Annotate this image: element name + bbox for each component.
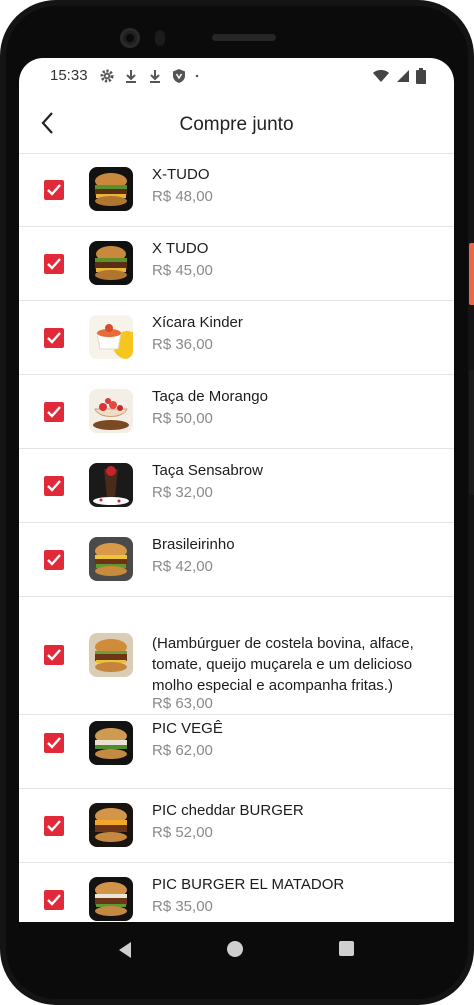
- product-price: R$ 42,00: [152, 558, 213, 575]
- product-price: R$ 50,00: [152, 410, 213, 427]
- item-checkbox[interactable]: [44, 550, 64, 570]
- item-checkbox[interactable]: [44, 476, 64, 496]
- product-price: R$ 36,00: [152, 336, 213, 353]
- product-thumbnail: [89, 463, 133, 507]
- product-price: R$ 45,00: [152, 262, 213, 279]
- download-icon: [150, 70, 160, 83]
- product-thumbnail: [89, 803, 133, 847]
- check-icon: [47, 554, 61, 566]
- app-screen: 15:33 Compre junto X-TUDO R$ 48,00 X TUD…: [19, 58, 454, 948]
- product-thumbnail: [89, 537, 133, 581]
- app-header: Compre junto: [19, 96, 454, 154]
- list-item[interactable]: Taça de Morango R$ 50,00: [19, 375, 454, 449]
- product-price: R$ 63,00: [152, 695, 213, 712]
- product-thumbnail: [89, 241, 133, 285]
- item-checkbox[interactable]: [44, 328, 64, 348]
- product-name: X-TUDO: [152, 166, 210, 183]
- check-icon: [47, 649, 61, 661]
- item-checkbox[interactable]: [44, 402, 64, 422]
- front-camera: [120, 28, 140, 48]
- wifi-icon: [373, 70, 389, 82]
- product-price: R$ 62,00: [152, 742, 213, 759]
- volume-button: [469, 370, 474, 495]
- item-checkbox[interactable]: [44, 645, 64, 665]
- product-thumbnail: [89, 721, 133, 765]
- list-item[interactable]: PIC cheddar BURGER R$ 52,00: [19, 789, 454, 863]
- item-checkbox[interactable]: [44, 733, 64, 753]
- list-item[interactable]: Xícara Kinder R$ 36,00: [19, 301, 454, 375]
- list-item[interactable]: X TUDO R$ 45,00: [19, 227, 454, 301]
- list-item[interactable]: Taça Sensabrow R$ 32,00: [19, 449, 454, 523]
- product-name: Xícara Kinder: [152, 314, 243, 331]
- nav-home-icon[interactable]: [227, 941, 243, 957]
- product-price: R$ 52,00: [152, 824, 213, 841]
- item-checkbox[interactable]: [44, 816, 64, 836]
- dot-icon: [195, 74, 199, 78]
- product-price: R$ 48,00: [152, 188, 213, 205]
- product-name: X TUDO: [152, 240, 209, 257]
- item-checkbox[interactable]: [44, 254, 64, 274]
- system-icons: [372, 68, 426, 84]
- check-icon: [47, 480, 61, 492]
- navigation-bar: [19, 922, 454, 978]
- sensor: [155, 30, 165, 46]
- product-thumbnail: [89, 167, 133, 211]
- battery-icon: [416, 68, 426, 84]
- power-button: [469, 243, 474, 305]
- product-thumbnail: [89, 389, 133, 433]
- nav-back-icon[interactable]: [117, 941, 133, 959]
- product-thumbnail: [89, 633, 133, 677]
- check-icon: [47, 406, 61, 418]
- signal-icon: [397, 70, 409, 82]
- product-name: PIC cheddar BURGER: [152, 802, 304, 819]
- product-name: Taça de Morango: [152, 388, 268, 405]
- notification-icons: [99, 68, 203, 84]
- status-time: 15:33: [50, 67, 88, 84]
- product-name: Brasileirinho: [152, 536, 235, 553]
- list-item[interactable]: X-TUDO R$ 48,00: [19, 154, 454, 227]
- product-name: (Hambúrguer de costela bovina, alface, t…: [152, 635, 414, 694]
- download-icon: [126, 70, 136, 83]
- product-name: PIC VEGÊ: [152, 720, 223, 737]
- list-item[interactable]: Brasileirinho R$ 42,00: [19, 523, 454, 597]
- check-icon: [47, 258, 61, 270]
- product-price: R$ 35,00: [152, 898, 213, 915]
- check-icon: [47, 820, 61, 832]
- earpiece-speaker: [212, 34, 276, 41]
- list-item[interactable]: (Hambúrguer de costela bovina, alface, t…: [19, 597, 454, 715]
- check-icon: [47, 184, 61, 196]
- check-icon: [47, 894, 61, 906]
- product-price: R$ 32,00: [152, 484, 213, 501]
- product-thumbnail: [89, 315, 133, 359]
- shield-icon: [173, 69, 185, 83]
- product-name: Taça Sensabrow: [152, 462, 263, 479]
- check-icon: [47, 332, 61, 344]
- product-list: X-TUDO R$ 48,00 X TUDO R$ 45,00 Xícara K…: [19, 154, 454, 936]
- check-icon: [47, 737, 61, 749]
- page-title: Compre junto: [179, 114, 294, 135]
- status-bar: 15:33: [19, 58, 454, 96]
- item-checkbox[interactable]: [44, 180, 64, 200]
- nav-recent-icon[interactable]: [339, 941, 354, 956]
- product-thumbnail: [89, 877, 133, 921]
- list-item[interactable]: PIC VEGÊ R$ 62,00: [19, 715, 454, 789]
- product-name: PIC BURGER EL MATADOR: [152, 876, 345, 893]
- item-checkbox[interactable]: [44, 890, 64, 910]
- gear-icon: [100, 69, 114, 83]
